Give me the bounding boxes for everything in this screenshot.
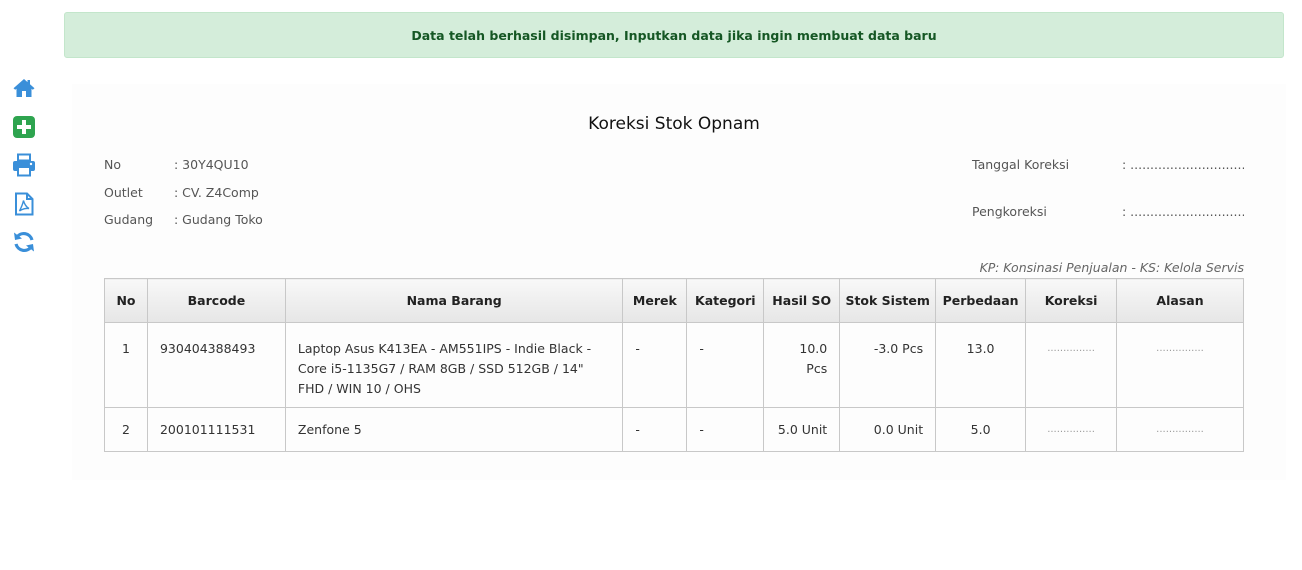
cell-no: 2 (104, 407, 148, 452)
col-header-stok-sistem: Stok Sistem (839, 278, 937, 323)
meta-label: Gudang (104, 212, 154, 227)
meta-outlet: Outlet : CV. Z4Comp (104, 185, 263, 213)
cell-kategori: - (686, 322, 765, 408)
pdf-button[interactable] (12, 192, 38, 218)
meta-label: Pengkoreksi (972, 204, 1047, 219)
meta-value: : ......................................… (1122, 157, 1244, 172)
document-meta-left: No : 30Y4QU10 Outlet : CV. Z4Comp Gudang… (104, 157, 263, 240)
meta-value: : Gudang Toko (174, 212, 263, 227)
cell-merek: - (622, 407, 688, 452)
meta-label: Tanggal Koreksi (972, 157, 1070, 172)
cell-alasan: ............... (1116, 407, 1244, 452)
cell-barcode: 930404388493 (146, 322, 286, 408)
col-header-barcode: Barcode (146, 278, 286, 323)
cell-kategori: - (686, 407, 765, 452)
meta-value: : CV. Z4Comp (174, 184, 259, 200)
print-icon (13, 153, 35, 177)
add-icon (13, 115, 35, 138)
success-alert: Data telah berhasil disimpan, Inputkan d… (64, 12, 1284, 58)
print-button[interactable] (12, 153, 38, 179)
home-button[interactable] (12, 76, 38, 102)
cell-koreksi: ............... (1025, 407, 1118, 452)
cell-nama-barang: Zenfone 5 (284, 407, 624, 452)
cell-perbedaan: 13.0 (935, 322, 1027, 408)
table-header-row: No Barcode Nama Barang Merek Kategori Ha… (104, 278, 1244, 323)
add-button[interactable] (12, 115, 38, 141)
cell-koreksi: ............... (1025, 322, 1118, 408)
meta-tanggal-koreksi: Tanggal Koreksi : ......................… (972, 157, 1244, 204)
refresh-icon (14, 232, 34, 252)
meta-label: Outlet (104, 184, 143, 200)
cell-stok-sistem: 0.0 Unit (839, 407, 937, 452)
document-card: Koreksi Stok Opnam No : 30Y4QU10 Outlet … (72, 84, 1286, 480)
cell-no: 1 (104, 322, 148, 408)
cell-perbedaan: 5.0 (935, 407, 1027, 452)
pdf-icon (15, 192, 34, 215)
col-header-perbedaan: Perbedaan (935, 278, 1027, 323)
home-icon (13, 79, 35, 97)
success-alert-message: Data telah berhasil disimpan, Inputkan d… (411, 27, 937, 43)
col-header-hasil-so: Hasil SO (763, 278, 841, 323)
sidebar-toolbar (12, 76, 38, 269)
refresh-button[interactable] (12, 230, 38, 256)
col-header-no: No (104, 278, 148, 323)
cell-barcode: 200101111531 (146, 407, 286, 452)
stock-table: No Barcode Nama Barang Merek Kategori Ha… (104, 278, 1244, 452)
table-row: 1 930404388493 Laptop Asus K413EA - AM55… (104, 322, 1244, 408)
col-header-alasan: Alasan (1116, 278, 1244, 323)
page-title: Koreksi Stok Opnam (588, 114, 760, 134)
document-meta-right: Tanggal Koreksi : ......................… (972, 157, 1244, 251)
cell-merek: - (622, 322, 688, 408)
meta-gudang: Gudang : Gudang Toko (104, 212, 263, 240)
table-row: 2 200101111531 Zenfone 5 - - 5.0 Unit 0.… (104, 407, 1244, 452)
cell-alasan: ............... (1116, 322, 1244, 408)
cell-nama-barang: Laptop Asus K413EA - AM551IPS - Indie Bl… (284, 322, 624, 408)
col-header-merek: Merek (622, 278, 688, 323)
meta-pengkoreksi: Pengkoreksi : ..........................… (972, 204, 1244, 251)
meta-value: : ......................................… (1122, 204, 1244, 219)
cell-hasil-so: 10.0 Pcs (763, 322, 841, 408)
cell-hasil-so: 5.0 Unit (763, 407, 841, 452)
col-header-kategori: Kategori (686, 278, 765, 323)
meta-value: : 30Y4QU10 (174, 157, 249, 172)
legend-note: KP: Konsinasi Penjualan - KS: Kelola Ser… (979, 260, 1244, 275)
meta-label: No (104, 157, 121, 172)
meta-no: No : 30Y4QU10 (104, 157, 263, 185)
cell-stok-sistem: -3.0 Pcs (839, 322, 937, 408)
col-header-nama-barang: Nama Barang (284, 278, 624, 323)
col-header-koreksi: Koreksi (1025, 278, 1118, 323)
